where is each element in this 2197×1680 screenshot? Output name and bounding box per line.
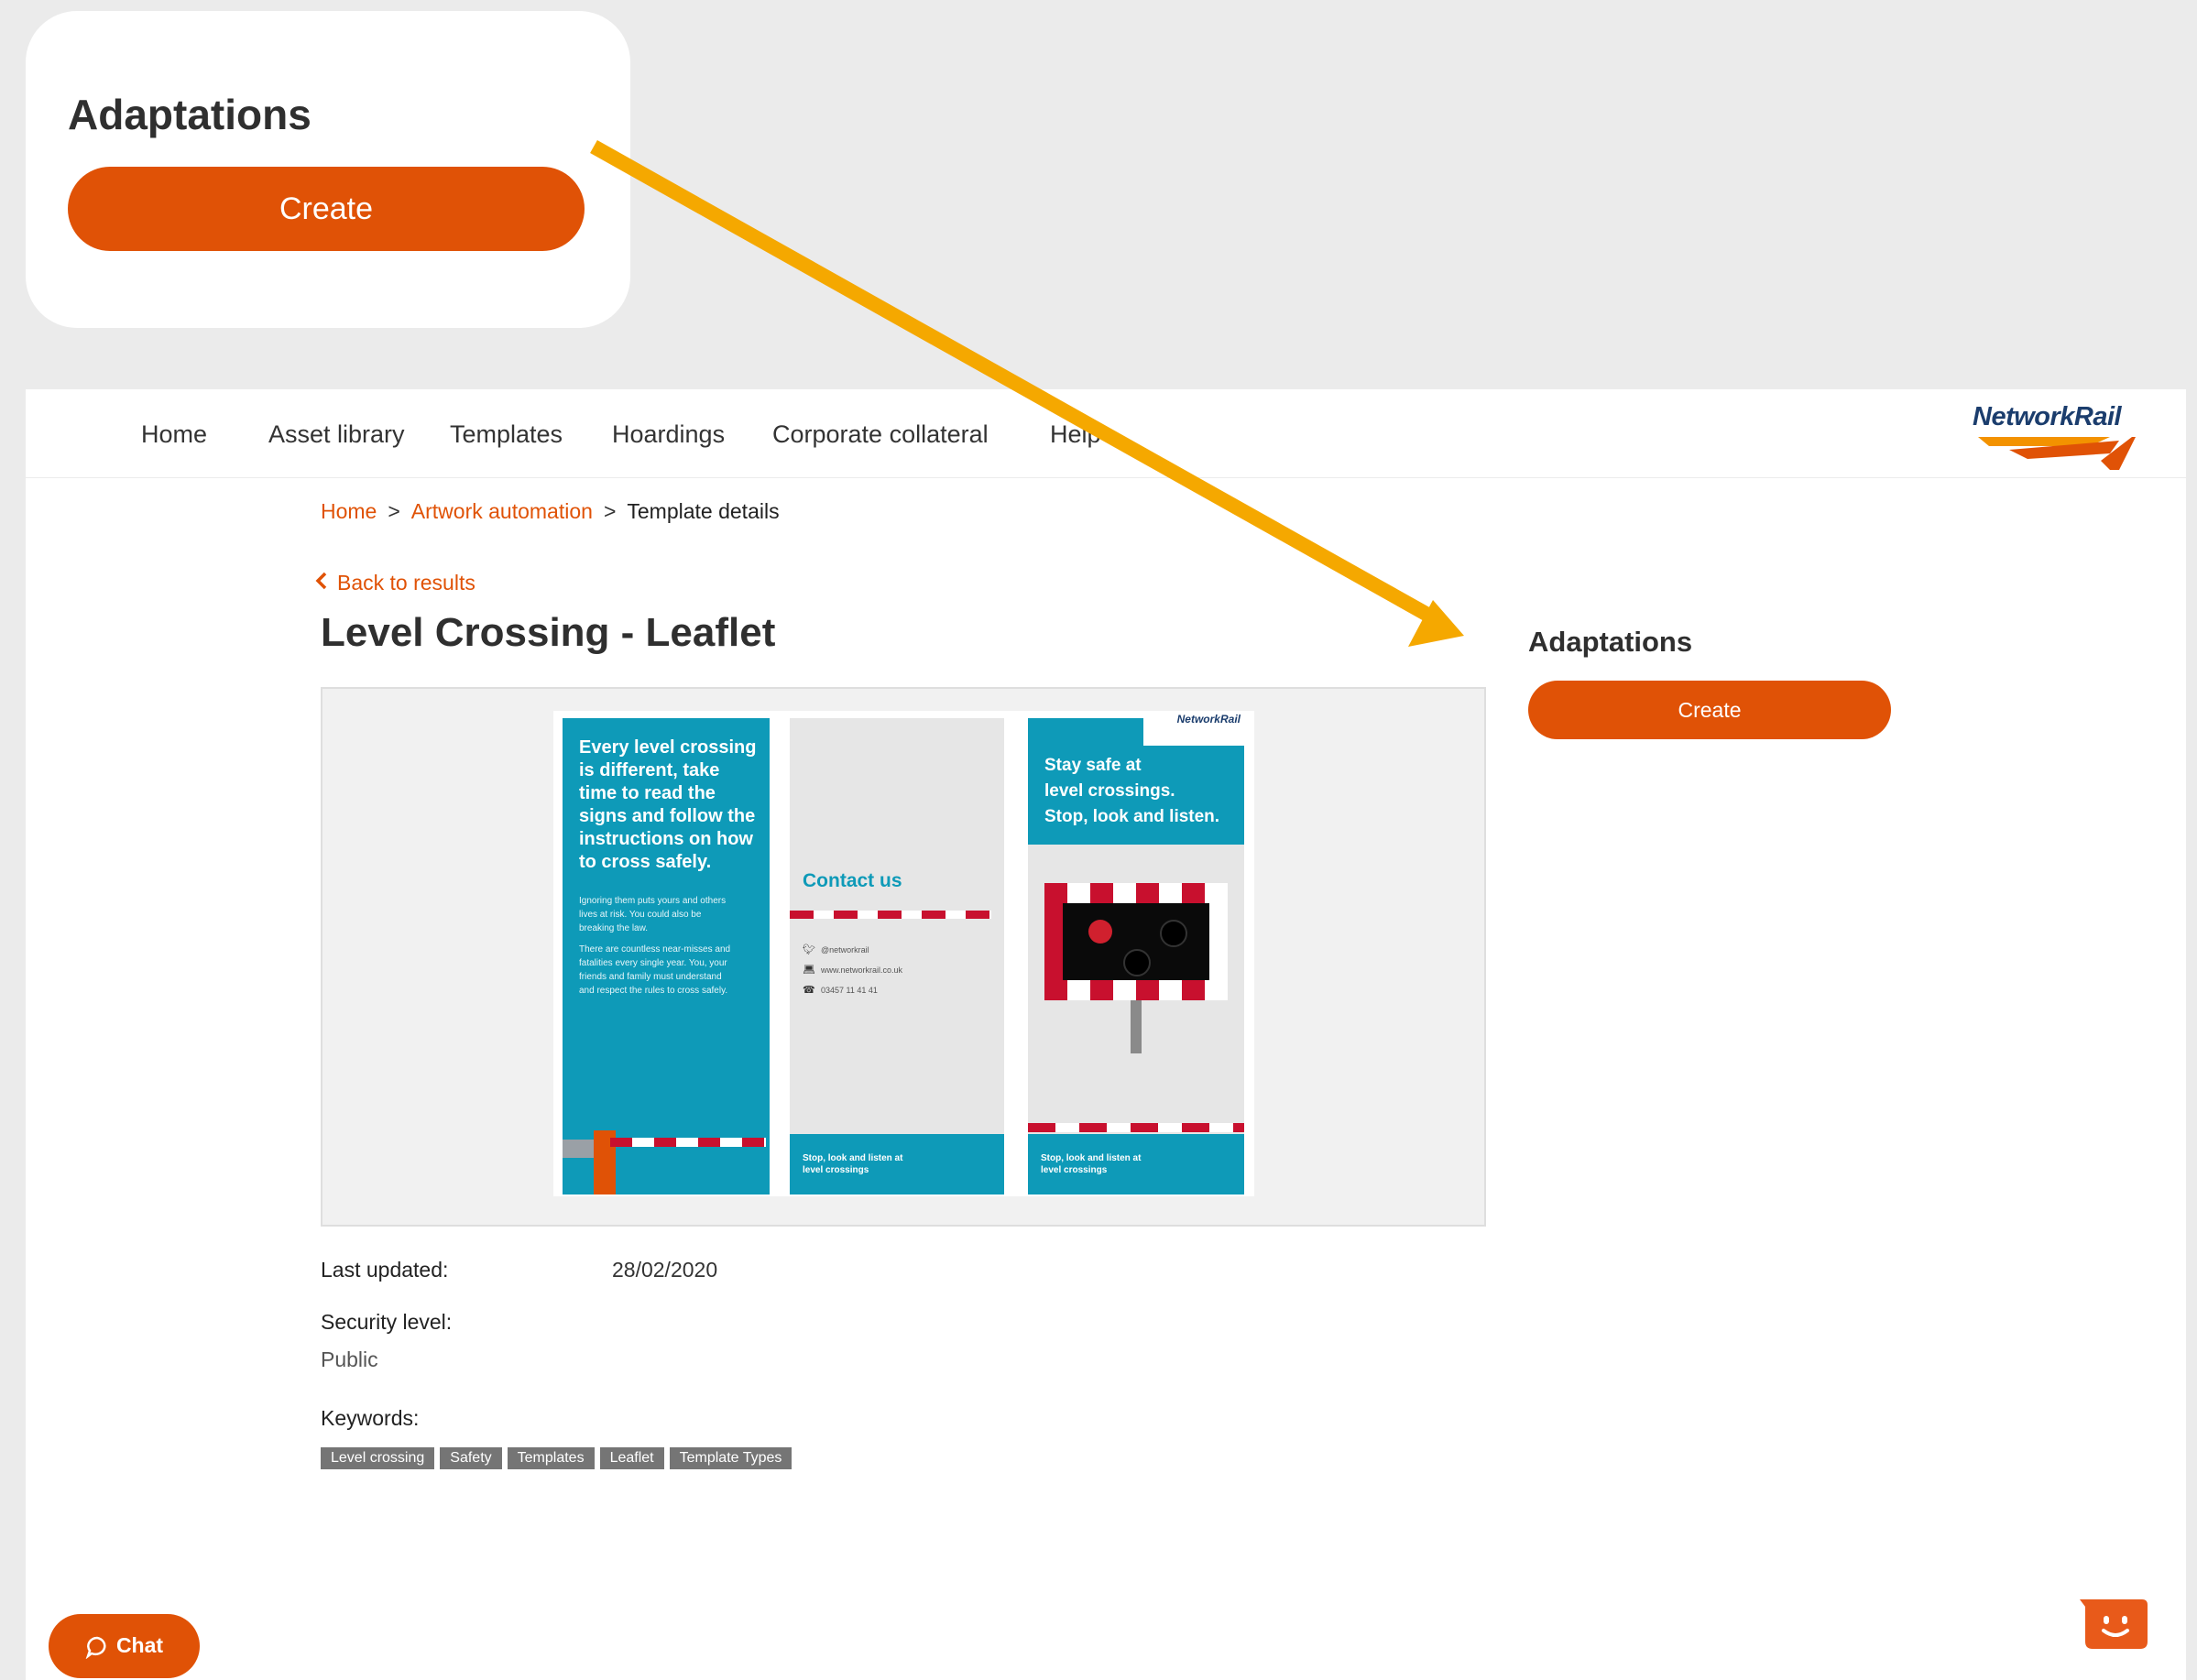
annotation-arrow xyxy=(590,140,1464,647)
chat-bubble-icon xyxy=(85,1636,106,1660)
chat-button[interactable]: Chat xyxy=(49,1614,200,1678)
chat-label: Chat xyxy=(115,1633,164,1658)
bot-icon[interactable] xyxy=(2080,1598,2149,1654)
